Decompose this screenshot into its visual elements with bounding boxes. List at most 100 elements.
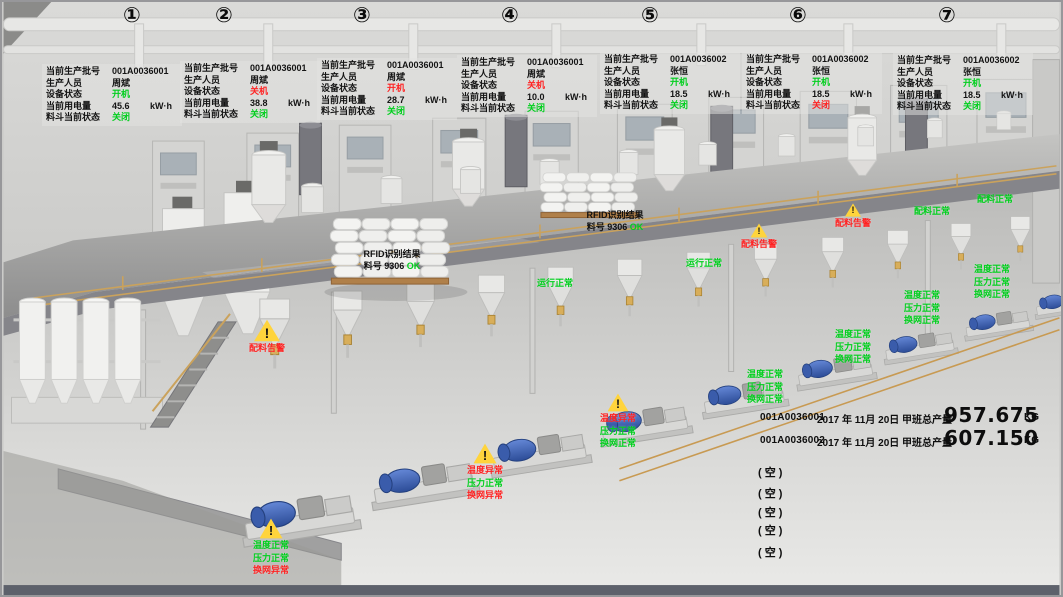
- panel-row: 料斗当前状态关闭: [897, 101, 1029, 113]
- field-label: 生产人员: [46, 78, 82, 90]
- rfid-ok-status: OK: [627, 222, 643, 232]
- panel-row: 生产人员张恒: [604, 66, 736, 78]
- warning-triangle-icon[interactable]: !: [845, 203, 861, 217]
- field-value: 001A0036001: [387, 60, 444, 72]
- rfid-item-line: 料号 9306 OK: [563, 222, 667, 234]
- summary-date-label: 2017 年 11月 20日 甲班总产量: [817, 434, 952, 449]
- station-number: ①: [123, 5, 141, 26]
- warning-triangle-icon[interactable]: !: [751, 223, 768, 238]
- summary-batch: 001A0036002: [760, 435, 825, 446]
- alarm-group: !温度异常压力正常换网异常: [454, 443, 516, 502]
- field-label: 当前生产批号: [897, 55, 951, 67]
- panel-row: 当前生产批号001A0036001: [461, 57, 593, 69]
- panel-row: 生产人员张恒: [746, 66, 878, 78]
- status-text: 压力正常: [600, 426, 636, 438]
- field-label: 当前用电量: [184, 98, 229, 110]
- field-label: 设备状态: [746, 77, 782, 89]
- field-value: 001A0036001: [250, 63, 307, 75]
- field-value: 关闭: [112, 112, 130, 124]
- power-unit-label: kW·h: [150, 101, 172, 113]
- field-label: 当前用电量: [897, 90, 942, 102]
- panel-row: 当前生产批号001A0036002: [604, 54, 736, 66]
- summary-unit: KG: [1024, 435, 1039, 446]
- field-label: 当前用电量: [461, 92, 506, 104]
- rfid-item-number: 料号 9306: [587, 222, 628, 232]
- rfid-item-line: 料号 9306 OK: [340, 261, 444, 273]
- field-value: 45.6: [112, 101, 130, 113]
- field-label: 料斗当前状态: [461, 103, 515, 115]
- panel-row: 生产人员周斌: [321, 72, 453, 84]
- status-text: 温度正常: [974, 264, 1010, 276]
- field-value: 001A0036001: [527, 57, 584, 69]
- field-value: 周斌: [112, 78, 130, 90]
- field-value: 关闭: [387, 106, 405, 118]
- status-label-group: 温度正常压力正常换网正常: [747, 369, 783, 406]
- field-label: 设备状态: [461, 80, 497, 92]
- panel-row: 料斗当前状态关闭: [461, 103, 593, 115]
- status-text: 运行正常: [686, 258, 722, 270]
- field-label: 当前用电量: [46, 101, 91, 113]
- status-text: 温度正常: [747, 369, 783, 381]
- status-text: 换网正常: [904, 315, 940, 327]
- field-value: 关闭: [250, 109, 268, 121]
- field-value: 001A0036002: [812, 54, 869, 66]
- station-status-panel: 当前生产批号001A0036001生产人员周斌设备状态开机当前用电量28.7kW…: [317, 58, 457, 120]
- field-value: 关闭: [963, 101, 981, 113]
- panel-row: 当前用电量 45.6 kW·h: [46, 101, 178, 113]
- summary-empty-row: ( 空 ): [758, 485, 782, 501]
- summary-empty-row: ( 空 ): [758, 504, 782, 520]
- station-status-panel: 当前生产批号001A0036001生产人员周斌设备状态关机当前用电量38.8kW…: [180, 61, 320, 123]
- station-number: ④: [501, 5, 519, 26]
- status-label-group: 配料正常: [977, 194, 1013, 206]
- status-text: 温度异常: [467, 465, 503, 477]
- rfid-ok-status: OK: [404, 261, 420, 271]
- field-value: 开机: [670, 77, 688, 89]
- field-label: 当前生产批号: [746, 54, 800, 66]
- station-number: ⑥: [789, 5, 807, 26]
- status-text: 换网异常: [467, 490, 503, 502]
- status-text: 配料正常: [914, 206, 950, 218]
- status-text: 配料告警: [741, 239, 777, 251]
- panel-row: 当前生产批号001A0036001: [46, 66, 178, 78]
- summary-date-label: 2017 年 11月 20日 甲班总产量: [817, 411, 952, 426]
- status-text: 换网正常: [600, 438, 636, 450]
- status-text: 压力正常: [974, 277, 1010, 289]
- panel-row: 当前生产批号001A0036001: [184, 63, 316, 75]
- field-label: 当前用电量: [746, 89, 791, 101]
- station-status-panel: 当前生产批号001A0036002生产人员张恒设备状态开机当前用电量18.5kW…: [742, 52, 882, 114]
- status-label-group: 温度正常压力正常换网正常: [835, 329, 871, 366]
- panel-row: 设备状态开机: [604, 77, 736, 89]
- status-text: 压力正常: [835, 342, 871, 354]
- panel-row: 当前生产批号 001A0036001: [321, 60, 453, 72]
- field-label: 设备状态: [897, 78, 933, 90]
- station-status-panel: 当前生产批号001A0036001生产人员周斌设备状态关机当前用电量10.0kW…: [457, 55, 597, 117]
- field-value: 18.5: [812, 89, 830, 101]
- power-unit-label: kW·h: [850, 89, 872, 101]
- field-label: 生产人员: [184, 75, 220, 87]
- hmi-overlay: 001A0036001 2017 年 11月 20日 甲班总产量 957.675…: [2, 2, 1063, 597]
- field-label: 设备状态: [46, 89, 82, 101]
- panel-row: 料斗当前状态关闭: [46, 112, 178, 124]
- field-value: 周斌: [527, 69, 545, 81]
- warning-triangle-icon[interactable]: !: [608, 393, 629, 412]
- panel-row: 设备状态开机: [897, 78, 1029, 90]
- panel-row: 设备状态开机: [321, 83, 453, 95]
- warning-triangle-icon[interactable]: !: [474, 443, 497, 464]
- rfid-result-label: RFID识别结果料号 9306 OK: [563, 210, 667, 233]
- panel-row: 料斗当前状态关闭: [604, 100, 736, 112]
- field-label: 当前生产批号: [321, 60, 375, 72]
- warning-triangle-icon[interactable]: !: [260, 518, 283, 539]
- field-value: 10.0: [527, 92, 545, 104]
- status-text: 配料正常: [977, 194, 1013, 206]
- field-label: 生产人员: [321, 72, 357, 84]
- field-label: 生产人员: [461, 69, 497, 81]
- panel-row: 生产人员 周斌: [46, 78, 178, 90]
- field-value: 38.8: [250, 98, 268, 110]
- field-value: 张恒: [812, 66, 830, 78]
- warning-triangle-icon[interactable]: !: [254, 319, 280, 342]
- status-text: 换网正常: [747, 394, 783, 406]
- status-label-group: 配料正常: [914, 206, 950, 218]
- field-label: 当前用电量: [604, 89, 649, 101]
- rfid-title: RFID识别结果: [340, 249, 444, 261]
- field-value: 开机: [112, 89, 130, 101]
